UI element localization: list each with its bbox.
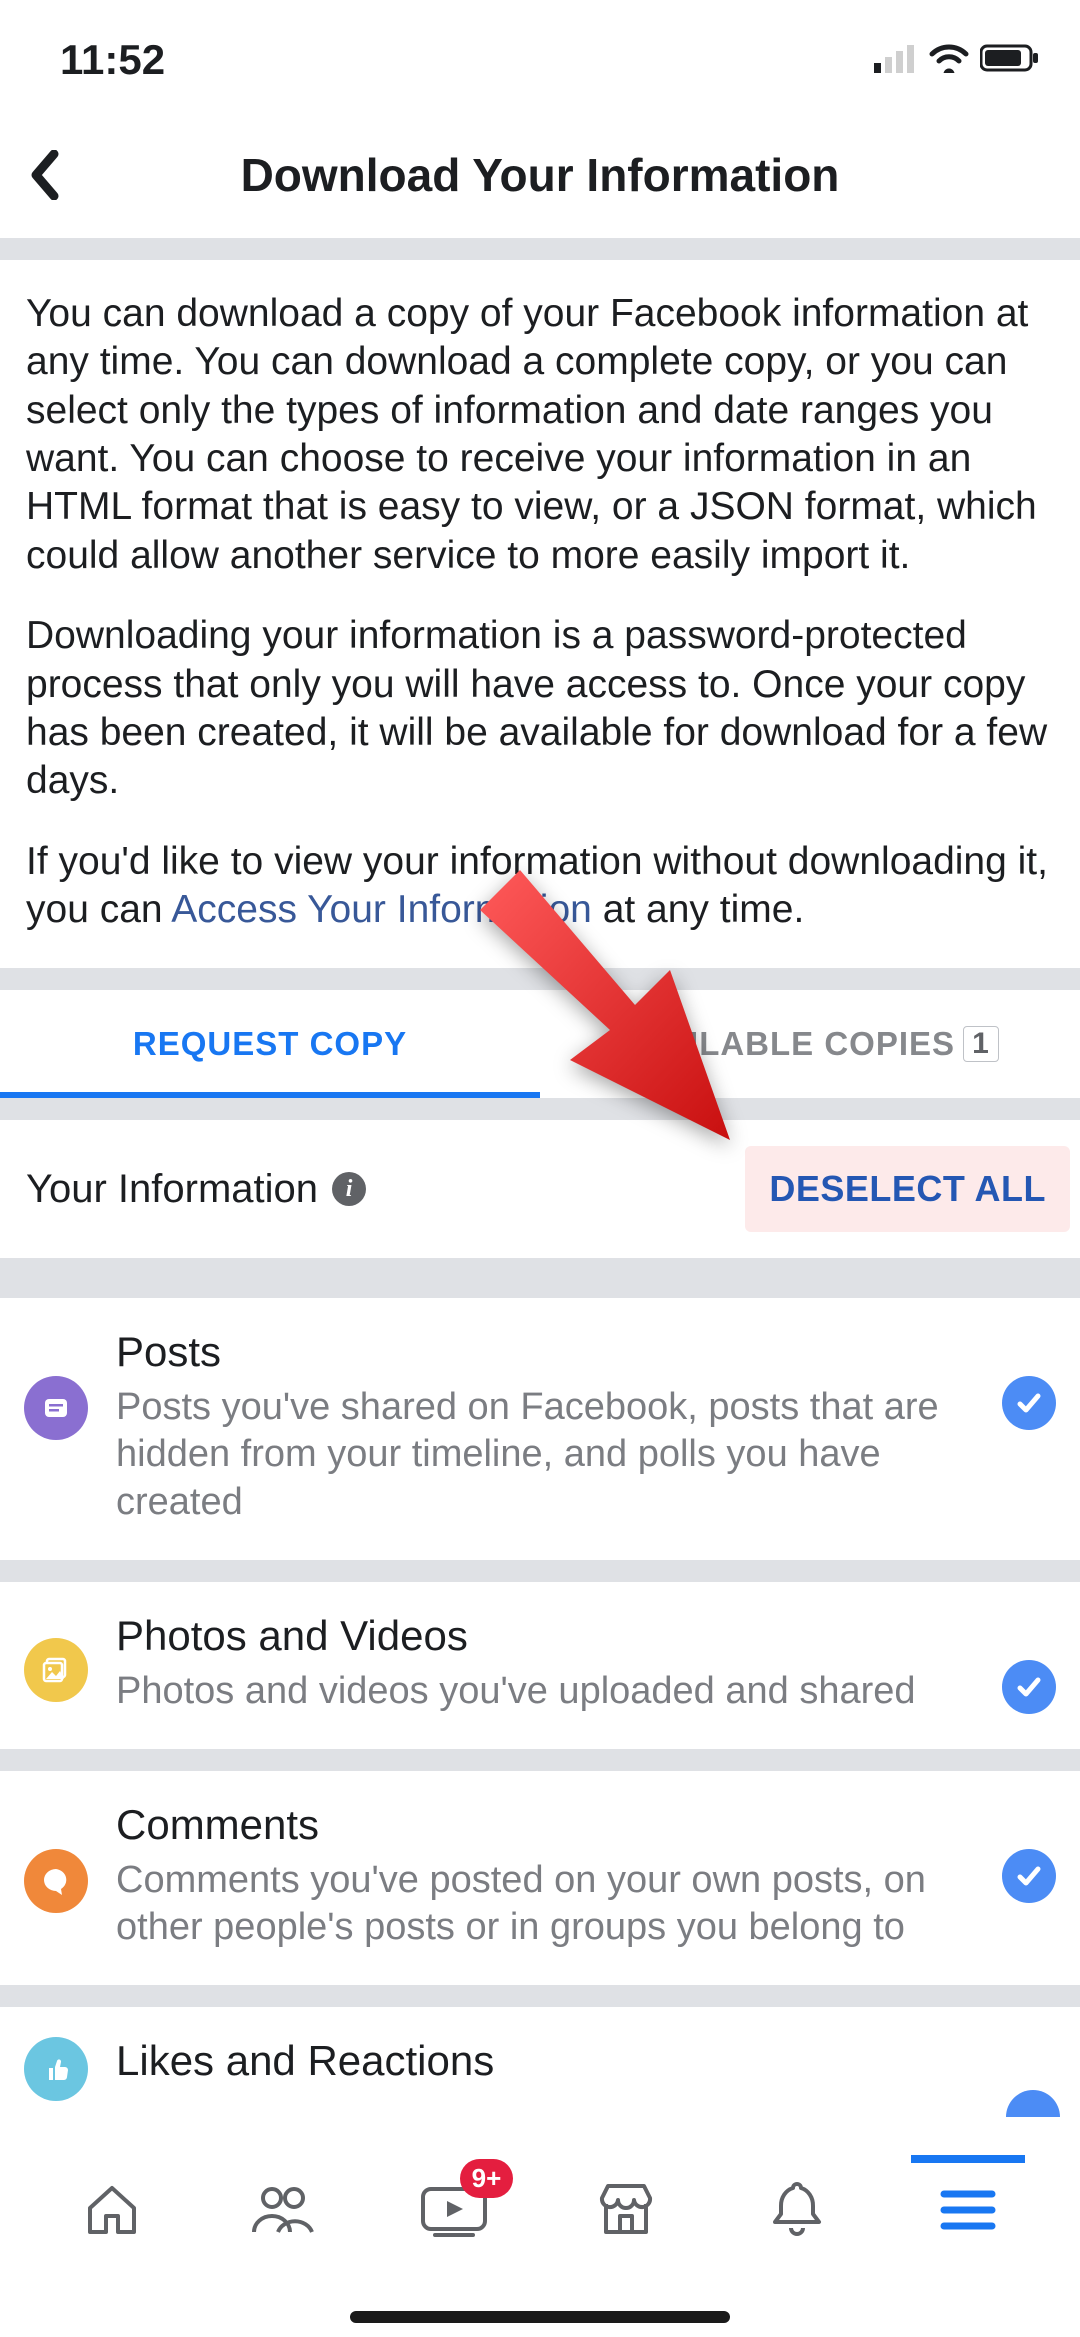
photos-icon bbox=[24, 1638, 88, 1702]
wifi-icon bbox=[928, 43, 970, 78]
info-item-likes[interactable]: Likes and Reactions bbox=[0, 2007, 1080, 2105]
item-title: Posts bbox=[116, 1328, 974, 1376]
tab-request-copy[interactable]: REQUEST COPY bbox=[0, 990, 540, 1098]
available-copies-count: 1 bbox=[963, 1026, 999, 1062]
checkmark-icon[interactable] bbox=[1002, 1376, 1056, 1430]
checkmark-icon[interactable] bbox=[1002, 1849, 1056, 1903]
posts-icon bbox=[24, 1376, 88, 1440]
item-title: Comments bbox=[116, 1801, 974, 1849]
home-indicator bbox=[350, 2311, 730, 2323]
tab-friends[interactable] bbox=[246, 2173, 320, 2247]
battery-icon bbox=[980, 43, 1040, 78]
divider bbox=[0, 1560, 1080, 1582]
divider bbox=[0, 238, 1080, 260]
tab-home[interactable] bbox=[75, 2173, 149, 2247]
info-item-photos[interactable]: Photos and Videos Photos and videos you'… bbox=[0, 1582, 1080, 1749]
divider bbox=[0, 1098, 1080, 1120]
tab-watch[interactable]: 9+ bbox=[417, 2173, 491, 2247]
divider bbox=[0, 968, 1080, 990]
section-title: Your Information bbox=[26, 1167, 318, 1212]
bell-icon bbox=[769, 2178, 825, 2242]
item-title: Photos and Videos bbox=[116, 1612, 974, 1660]
status-icons bbox=[874, 43, 1040, 78]
description-p3: If you'd like to view your information w… bbox=[26, 838, 1054, 935]
page-title: Download Your Information bbox=[28, 148, 1052, 202]
description-p2: Downloading your information is a passwo… bbox=[26, 612, 1054, 805]
copy-tabs: REQUEST COPY AVAILABLE COPIES 1 bbox=[0, 990, 1080, 1098]
tab-notifications[interactable] bbox=[760, 2173, 834, 2247]
info-item-comments[interactable]: Comments Comments you've posted on your … bbox=[0, 1771, 1080, 1985]
status-time: 11:52 bbox=[60, 36, 165, 84]
cellular-icon bbox=[874, 43, 918, 78]
tab-available-copies[interactable]: AVAILABLE COPIES 1 bbox=[540, 990, 1080, 1098]
friends-icon bbox=[248, 2182, 318, 2238]
info-item-posts[interactable]: Posts Posts you've shared on Facebook, p… bbox=[0, 1298, 1080, 1559]
item-desc: Posts you've shared on Facebook, posts t… bbox=[116, 1384, 974, 1525]
status-bar: 11:52 bbox=[0, 0, 1080, 120]
divider bbox=[0, 1258, 1080, 1298]
description-box: You can download a copy of your Facebook… bbox=[0, 260, 1080, 968]
tab-menu[interactable] bbox=[931, 2173, 1005, 2247]
your-information-header: Your Information i DESELECT ALL bbox=[0, 1120, 1080, 1258]
watch-badge: 9+ bbox=[460, 2159, 514, 2198]
likes-icon bbox=[24, 2037, 88, 2101]
item-desc: Comments you've posted on your own posts… bbox=[116, 1857, 974, 1951]
deselect-all-button[interactable]: DESELECT ALL bbox=[745, 1146, 1070, 1232]
marketplace-icon bbox=[594, 2180, 658, 2240]
divider bbox=[0, 1985, 1080, 2007]
divider bbox=[0, 1749, 1080, 1771]
page-header: Download Your Information bbox=[0, 120, 1080, 238]
comments-icon bbox=[24, 1849, 88, 1913]
item-desc: Photos and videos you've uploaded and sh… bbox=[116, 1668, 974, 1715]
menu-icon bbox=[938, 2186, 998, 2234]
home-icon bbox=[80, 2178, 144, 2242]
checkmark-icon[interactable] bbox=[1002, 1660, 1056, 1714]
bottom-tabbar: 9+ bbox=[0, 2142, 1080, 2277]
info-icon[interactable]: i bbox=[332, 1172, 366, 1206]
item-title: Likes and Reactions bbox=[116, 2037, 1056, 2085]
access-info-link[interactable]: Access Your Information bbox=[171, 888, 592, 931]
description-p1: You can download a copy of your Facebook… bbox=[26, 290, 1054, 580]
tab-marketplace[interactable] bbox=[589, 2173, 663, 2247]
